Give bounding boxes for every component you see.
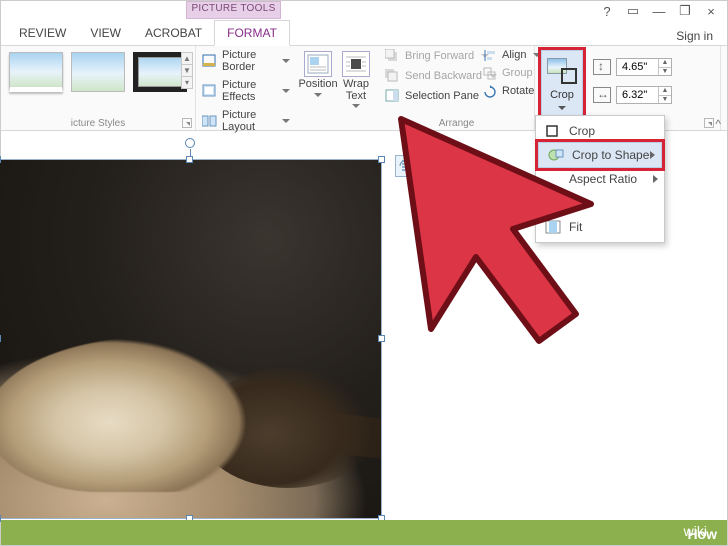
- close-icon[interactable]: ×: [703, 3, 719, 19]
- dialog-launcher-icon[interactable]: [704, 118, 714, 128]
- menu-item-crop-to-shape-label: Crop to Shape: [572, 148, 649, 162]
- tab-view[interactable]: VIEW: [78, 21, 133, 45]
- shape-height-value: 4.65": [622, 61, 647, 73]
- picture-border-icon: [202, 54, 217, 68]
- align-label: Align: [502, 49, 526, 61]
- align-icon: [483, 48, 497, 62]
- picture-layout-label: Picture Layout: [222, 109, 275, 133]
- fit-icon: [544, 219, 562, 235]
- help-icon[interactable]: ?: [599, 3, 615, 19]
- position-icon: [304, 51, 332, 77]
- menu-item-aspect-ratio-label: Aspect Ratio: [569, 172, 637, 186]
- bring-forward-label: Bring Forward: [405, 50, 474, 62]
- wrap-text-button[interactable]: Wrap Text: [337, 46, 375, 130]
- bring-forward-icon: [385, 49, 400, 63]
- fill-icon: [544, 195, 562, 211]
- menu-item-aspect-ratio[interactable]: Aspect Ratio: [536, 167, 664, 191]
- send-backward-icon: [385, 69, 400, 83]
- spinner-up-icon[interactable]: ▲: [659, 59, 671, 68]
- menu-item-fill[interactable]: Fill: [536, 191, 664, 215]
- collapse-ribbon-icon[interactable]: ^: [715, 117, 721, 131]
- shape-width-input[interactable]: 6.32" ▲▼: [616, 86, 672, 104]
- dialog-launcher-icon[interactable]: [182, 118, 192, 128]
- picture-style-thumb[interactable]: [71, 52, 125, 92]
- picture-layout-button[interactable]: Picture Layout: [196, 106, 296, 136]
- aspect-ratio-icon: [544, 171, 562, 187]
- spinner-down-icon[interactable]: ▼: [659, 68, 671, 76]
- menu-item-fill-label: Fill: [569, 196, 584, 210]
- submenu-arrow-icon: [653, 175, 658, 183]
- selection-pane-label: Selection Pane: [405, 90, 479, 102]
- menu-item-crop-label: Crop: [569, 124, 595, 138]
- position-button[interactable]: Position: [299, 46, 337, 130]
- rotate-icon: [483, 84, 497, 98]
- rotate-button[interactable]: Rotate: [481, 82, 533, 100]
- picture-layout-icon: [202, 114, 217, 128]
- wikihow-watermark: wikiHow: [1, 520, 727, 545]
- rotate-label: Rotate: [502, 85, 534, 97]
- resize-handle[interactable]: [0, 335, 1, 342]
- shape-height-input[interactable]: 4.65" ▲▼: [616, 58, 672, 76]
- gallery-more-icon[interactable]: ▾: [181, 76, 193, 89]
- group-label-arrange: Arrange: [379, 118, 534, 129]
- crop-dropdown-menu: Crop Crop to Shape Aspect Ratio Fill Fit: [535, 115, 665, 243]
- tab-format[interactable]: FORMAT: [214, 20, 290, 46]
- menu-item-fit-label: Fit: [569, 220, 582, 234]
- menu-item-crop-to-shape[interactable]: Crop to Shape: [538, 142, 662, 168]
- rotation-handle[interactable]: [185, 138, 195, 148]
- picture-effects-icon: [202, 84, 217, 98]
- picture-border-label: Picture Border: [222, 49, 275, 73]
- group-objects-label: Group: [502, 67, 533, 79]
- group-picture-adjust: Picture Border Picture Effects Picture L…: [196, 46, 296, 130]
- tab-review[interactable]: REVIEW: [7, 21, 78, 45]
- crop-button[interactable]: Crop: [541, 50, 583, 118]
- crop-icon: [547, 58, 577, 84]
- group-button: Group: [481, 64, 533, 82]
- crop-label: Crop: [550, 89, 574, 101]
- height-icon: [593, 59, 611, 75]
- align-button[interactable]: Align: [481, 46, 533, 64]
- selected-picture[interactable]: [0, 159, 382, 519]
- tab-acrobat[interactable]: ACROBAT: [133, 21, 214, 45]
- send-backward-label: Send Backward: [405, 70, 482, 82]
- group-align: Align Group Rotate: [481, 46, 533, 100]
- group-position-wrap: Position Wrap Text: [299, 46, 377, 130]
- menu-item-fit[interactable]: Fit: [536, 215, 664, 239]
- menu-item-crop[interactable]: Crop: [536, 119, 664, 143]
- width-icon: [593, 87, 611, 103]
- resize-handle[interactable]: [378, 156, 385, 163]
- group-icon: [483, 66, 497, 80]
- ribbon-display-options-icon[interactable]: ▭: [625, 3, 641, 19]
- picture-style-thumb[interactable]: [133, 52, 187, 92]
- brand-prefix: wiki: [684, 523, 707, 539]
- wrap-text-icon: [342, 51, 370, 77]
- picture-effects-label: Picture Effects: [222, 79, 275, 103]
- chevron-down-icon: [558, 106, 566, 110]
- ribbon-tabstrip: REVIEW VIEW ACROBAT FORMAT: [1, 19, 727, 46]
- crop-to-shape-icon: [547, 147, 565, 163]
- wrap-text-label: Wrap Text: [337, 79, 375, 102]
- layout-options-button[interactable]: [395, 155, 419, 177]
- contextual-tab-header: PICTURE TOOLS: [186, 1, 281, 19]
- picture-content: [0, 160, 381, 518]
- minimize-icon[interactable]: —: [651, 3, 667, 19]
- submenu-arrow-icon: [650, 151, 655, 159]
- selection-pane-icon: [385, 89, 400, 103]
- position-label: Position: [298, 79, 337, 91]
- resize-handle[interactable]: [0, 156, 1, 163]
- resize-handle[interactable]: [186, 156, 193, 163]
- resize-handle[interactable]: [378, 335, 385, 342]
- group-picture-styles: ▲ ▼ ▾ icture Styles: [1, 46, 196, 130]
- restore-icon[interactable]: ❐: [677, 3, 693, 19]
- spinner-down-icon[interactable]: ▼: [659, 96, 671, 104]
- spinner-up-icon[interactable]: ▲: [659, 87, 671, 96]
- picture-style-thumb[interactable]: [9, 52, 63, 92]
- picture-effects-button[interactable]: Picture Effects: [196, 76, 296, 106]
- crop-icon: [544, 123, 562, 139]
- group-label-picture-styles: icture Styles: [1, 118, 195, 129]
- picture-border-button[interactable]: Picture Border: [196, 46, 296, 76]
- shape-width-value: 6.32": [622, 89, 647, 101]
